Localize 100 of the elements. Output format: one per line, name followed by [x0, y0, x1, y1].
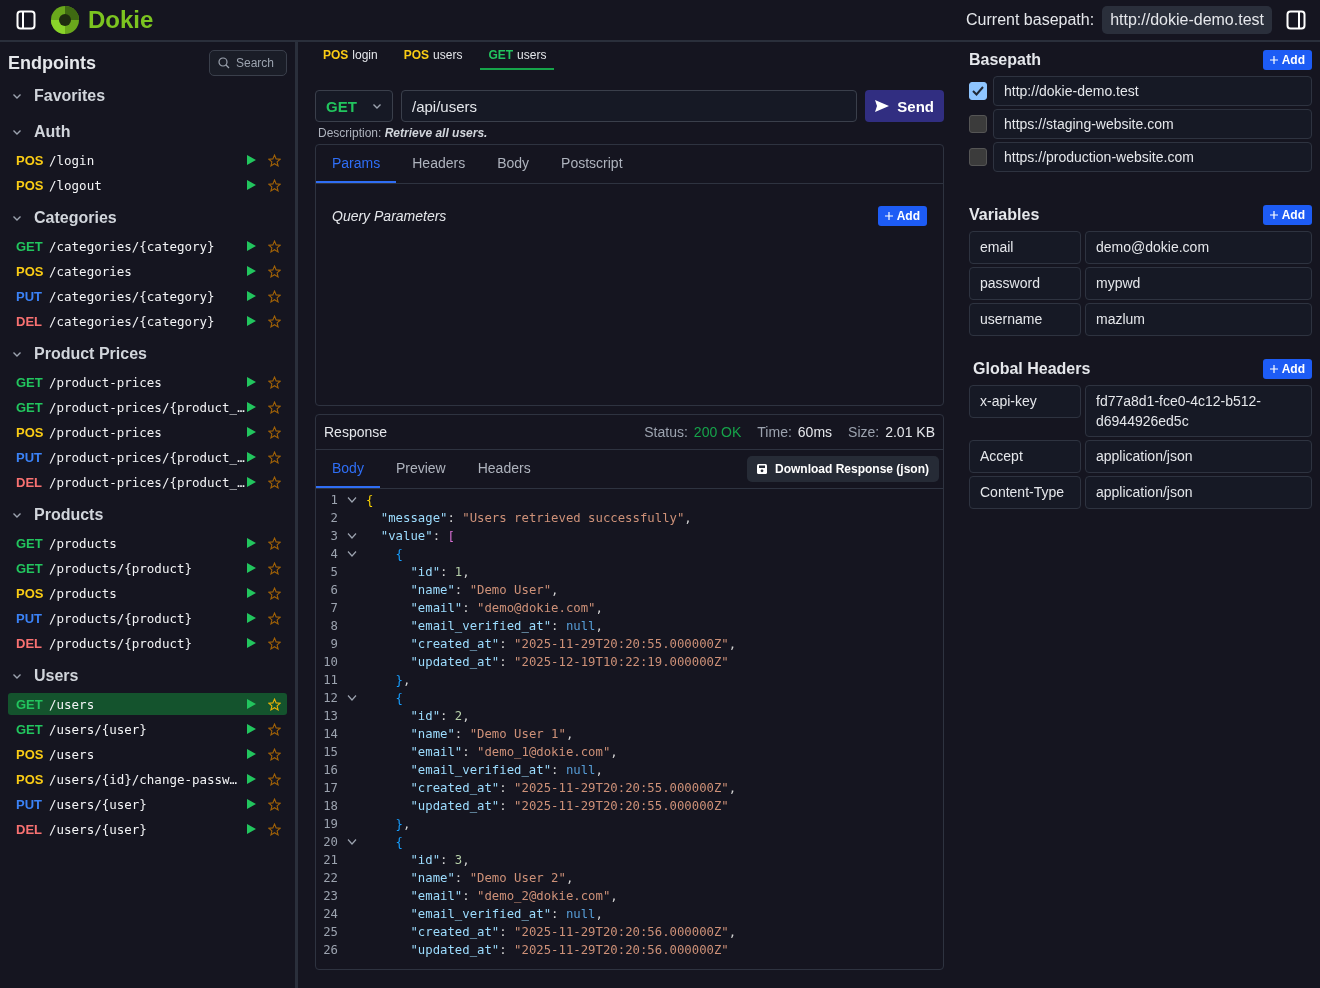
endpoint-item[interactable]: PUT /users/{user}	[8, 793, 287, 815]
response-tab[interactable]: Headers	[461, 450, 547, 488]
add-button[interactable]: Add	[1262, 205, 1312, 225]
basepath-field[interactable]: https://staging-website.com	[993, 109, 1312, 139]
header-value-field[interactable]: application/json	[1085, 440, 1312, 473]
endpoint-item[interactable]: POS /login	[8, 149, 287, 171]
star-icon[interactable]	[268, 636, 281, 650]
group-header[interactable]: Users	[34, 667, 79, 685]
checkbox[interactable]	[969, 148, 987, 166]
star-icon[interactable]	[268, 822, 281, 836]
fold-icon[interactable]	[347, 533, 357, 539]
checkbox[interactable]	[969, 82, 987, 100]
group-header[interactable]: Products	[34, 506, 104, 524]
play-icon[interactable]	[247, 377, 256, 387]
response-tab[interactable]: Body	[316, 450, 380, 488]
endpoint-item[interactable]: GET /product-prices	[8, 371, 287, 393]
star-icon[interactable]	[268, 314, 281, 328]
endpoint-item[interactable]: DEL /users/{user}	[8, 818, 287, 840]
endpoint-item[interactable]: POS /product-prices	[8, 421, 287, 443]
endpoint-item[interactable]: PUT /products/{product}	[8, 607, 287, 629]
play-icon[interactable]	[247, 699, 256, 709]
endpoint-item[interactable]: DEL /product-prices/{product_…	[8, 471, 287, 493]
endpoint-item[interactable]: POS /products	[8, 582, 287, 604]
endpoint-item[interactable]: GET /users/{user}	[8, 718, 287, 740]
play-icon[interactable]	[247, 799, 256, 809]
star-icon[interactable]	[268, 450, 281, 464]
sidebar-toggle-icon[interactable]	[16, 10, 36, 30]
basepath-field[interactable]: https://production-website.com	[993, 142, 1312, 172]
chevron-icon[interactable]	[12, 213, 22, 223]
fold-icon[interactable]	[347, 497, 357, 503]
play-icon[interactable]	[247, 824, 256, 834]
chevron-icon[interactable]	[12, 127, 22, 137]
endpoint-item[interactable]: POS /users	[8, 743, 287, 765]
group-header[interactable]: Product Prices	[34, 345, 147, 363]
play-icon[interactable]	[247, 477, 256, 487]
endpoint-item[interactable]: PUT /categories/{category}	[8, 285, 287, 307]
method-select[interactable]: GET	[315, 90, 393, 122]
play-icon[interactable]	[247, 638, 256, 648]
endpoint-item[interactable]: GET /users	[8, 693, 287, 715]
play-icon[interactable]	[247, 613, 256, 623]
star-icon[interactable]	[268, 747, 281, 761]
params-tab[interactable]: Body	[481, 145, 546, 183]
play-icon[interactable]	[247, 180, 256, 190]
play-icon[interactable]	[247, 427, 256, 437]
group-header[interactable]: Categories	[34, 209, 117, 227]
play-icon[interactable]	[247, 155, 256, 165]
download-button[interactable]: Download Response (json)	[747, 456, 939, 482]
play-icon[interactable]	[247, 402, 256, 412]
url-field[interactable]: /api/users	[401, 90, 858, 122]
response-tab[interactable]: Preview	[379, 450, 462, 488]
play-icon[interactable]	[247, 538, 256, 548]
play-icon[interactable]	[247, 452, 256, 462]
group-header[interactable]: Favorites	[34, 87, 106, 105]
star-icon[interactable]	[268, 722, 281, 736]
variable-name-field[interactable]: username	[969, 303, 1081, 336]
group-header[interactable]: Auth	[34, 123, 71, 141]
star-icon[interactable]	[268, 425, 281, 439]
star-icon[interactable]	[268, 264, 281, 278]
endpoint-item[interactable]: DEL /categories/{category}	[8, 310, 287, 332]
star-icon[interactable]	[268, 611, 281, 625]
star-icon[interactable]	[268, 178, 281, 192]
play-icon[interactable]	[247, 724, 256, 734]
chevron-icon[interactable]	[372, 101, 382, 111]
header-value-field[interactable]: fd77a8d1-fce0-4c12-b512-d6944926ed5c	[1085, 385, 1312, 437]
send-button[interactable]: Send	[865, 90, 944, 122]
chevron-icon[interactable]	[12, 671, 22, 681]
star-icon[interactable]	[268, 153, 281, 167]
endpoint-item[interactable]: GET /product-prices/{product_…	[8, 396, 287, 418]
star-icon[interactable]	[268, 536, 281, 550]
fold-icon[interactable]	[347, 839, 357, 845]
star-icon[interactable]	[268, 289, 281, 303]
star-icon[interactable]	[268, 239, 281, 253]
chevron-icon[interactable]	[12, 91, 22, 101]
chevron-icon[interactable]	[12, 510, 22, 520]
variable-value-field[interactable]: mypwd	[1085, 267, 1312, 300]
endpoint-item[interactable]: GET /products	[8, 532, 287, 554]
request-tab[interactable]: POS users	[395, 42, 471, 70]
star-icon[interactable]	[268, 375, 281, 389]
play-icon[interactable]	[247, 563, 256, 573]
play-icon[interactable]	[247, 774, 256, 784]
fold-icon[interactable]	[347, 695, 357, 701]
add-button[interactable]: Add	[877, 206, 927, 226]
checkbox[interactable]	[969, 115, 987, 133]
panel-toggle-icon[interactable]	[1286, 10, 1306, 30]
variable-value-field[interactable]: mazlum	[1085, 303, 1312, 336]
star-icon[interactable]	[268, 561, 281, 575]
star-icon[interactable]	[268, 772, 281, 786]
request-tab[interactable]: POS login	[315, 42, 386, 70]
star-icon[interactable]	[268, 400, 281, 414]
play-icon[interactable]	[247, 749, 256, 759]
endpoint-item[interactable]: GET /categories/{category}	[8, 235, 287, 257]
star-icon[interactable]	[268, 586, 281, 600]
request-tab[interactable]: GET users	[480, 42, 555, 70]
header-name-field[interactable]: Content-Type	[969, 476, 1081, 509]
params-tab[interactable]: Headers	[396, 145, 482, 183]
star-icon[interactable]	[268, 475, 281, 489]
endpoint-item[interactable]: POS /logout	[8, 174, 287, 196]
endpoint-item[interactable]: GET /products/{product}	[8, 557, 287, 579]
play-icon[interactable]	[247, 291, 256, 301]
play-icon[interactable]	[247, 316, 256, 326]
